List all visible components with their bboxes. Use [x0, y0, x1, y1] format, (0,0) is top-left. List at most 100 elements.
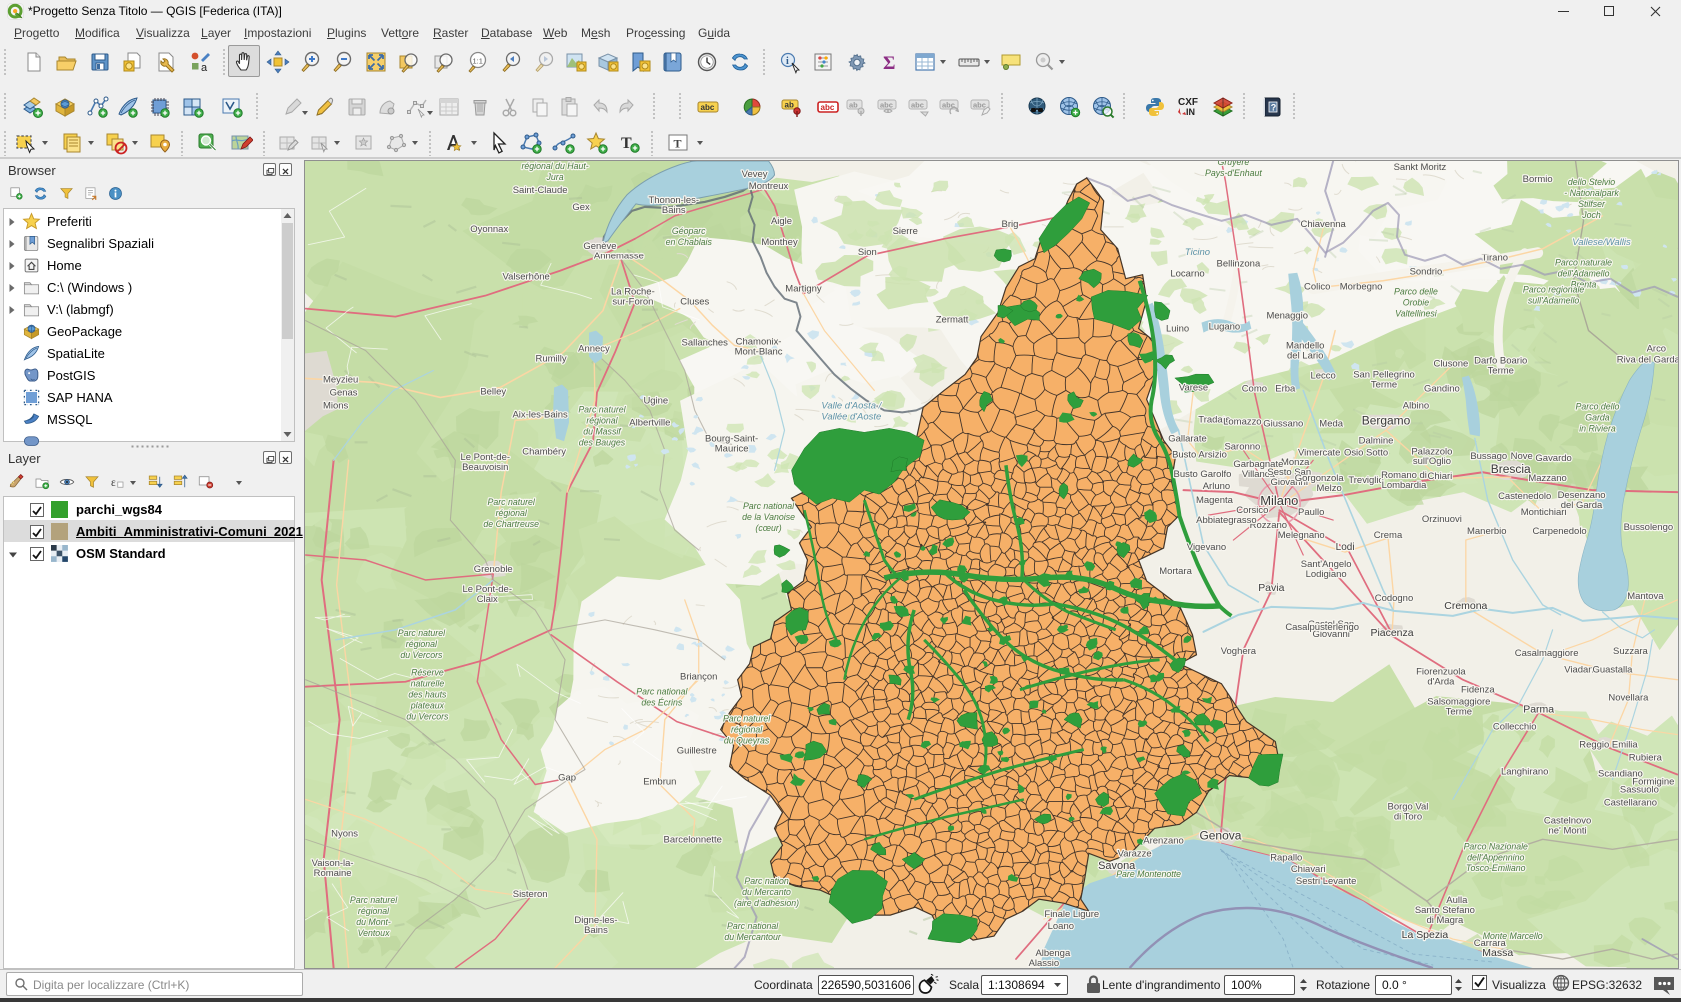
svg-text:Pavia: Pavia	[1258, 583, 1284, 594]
svg-text:ne' Monti: ne' Monti	[1549, 825, 1587, 836]
svg-text:di Magra: di Magra	[1426, 915, 1464, 926]
svg-text:sur-Foron: sur-Foron	[612, 297, 653, 308]
svg-text:Mions: Mions	[323, 400, 349, 411]
svg-text:Lugano: Lugano	[1209, 322, 1241, 333]
svg-text:Erba: Erba	[1275, 383, 1296, 394]
svg-text:Pays-d'Enhaut: Pays-d'Enhaut	[1205, 168, 1262, 178]
svg-text:Bergamo: Bergamo	[1362, 413, 1411, 427]
svg-text:ab: ab	[849, 101, 858, 110]
svg-text:de Chartreuse: de Chartreuse	[483, 519, 539, 529]
svg-text:du Massif: du Massif	[583, 426, 622, 436]
svg-text:Brig: Brig	[1002, 219, 1019, 230]
svg-text:Valtellinesi: Valtellinesi	[1395, 309, 1438, 319]
svg-text:abc: abc	[821, 103, 835, 112]
svg-text:T: T	[621, 135, 632, 152]
svg-text:Vigevano: Vigevano	[1187, 542, 1226, 553]
svg-text:Bussago: Bussago	[1470, 451, 1507, 462]
svg-text:régional: régional	[586, 415, 618, 425]
svg-text:Martigny: Martigny	[785, 284, 822, 295]
svg-text:La Spezia: La Spezia	[1402, 930, 1449, 941]
svg-text:Sierre: Sierre	[893, 226, 918, 237]
svg-text:Loano: Loano	[1048, 921, 1074, 932]
svg-text:Vimercate: Vimercate	[1298, 447, 1340, 458]
svg-text:abc: abc	[973, 101, 986, 110]
svg-text:Sankt Moritz: Sankt Moritz	[1394, 162, 1447, 173]
svg-text:1:1: 1:1	[473, 57, 483, 66]
svg-text:Embrun: Embrun	[643, 776, 676, 787]
svg-text:Cluses: Cluses	[680, 297, 709, 308]
svg-text:Meda: Meda	[1319, 418, 1343, 429]
svg-text:Manerbio: Manerbio	[1467, 526, 1506, 537]
svg-text:Finale Ligure: Finale Ligure	[1044, 909, 1099, 920]
svg-text:Parc naturel: Parc naturel	[578, 404, 626, 414]
svg-text:des hauts: des hauts	[408, 690, 447, 700]
svg-text:Sion: Sion	[858, 247, 877, 258]
svg-text:Beauvoisin: Beauvoisin	[462, 462, 508, 473]
svg-text:Varese: Varese	[1179, 382, 1208, 393]
svg-text:dello Stelvio: dello Stelvio	[1568, 177, 1615, 187]
svg-text:Saint-Claude: Saint-Claude	[513, 185, 568, 196]
svg-text:Aix-les-Bains: Aix-les-Bains	[512, 409, 568, 420]
svg-text:Lodigiano: Lodigiano	[1306, 569, 1347, 580]
svg-text:Casalpusterlengo: Casalpusterlengo	[1285, 622, 1359, 633]
svg-text:Mazzano: Mazzano	[1528, 473, 1566, 484]
svg-text:Voghera: Voghera	[1221, 646, 1257, 657]
svg-text:régional: régional	[406, 639, 438, 649]
svg-text:abc: abc	[701, 103, 715, 112]
svg-text:Mortara: Mortara	[1159, 566, 1192, 577]
svg-text:Rumilly: Rumilly	[536, 354, 567, 365]
svg-text:sull'Adamello: sull'Adamello	[1528, 296, 1579, 306]
svg-text:Joch: Joch	[1581, 210, 1601, 220]
svg-text:Chiari: Chiari	[1428, 471, 1453, 482]
svg-text:Suzzara: Suzzara	[1613, 646, 1648, 657]
svg-text:Cremona: Cremona	[1444, 601, 1487, 612]
svg-text:Collecchio: Collecchio	[1493, 722, 1537, 733]
svg-text:Stilfser: Stilfser	[1578, 199, 1606, 209]
svg-text:dell'Appennino: dell'Appennino	[1467, 852, 1524, 862]
svg-text:Ugine: Ugine	[643, 395, 668, 406]
svg-text:Annecy: Annecy	[578, 344, 610, 355]
svg-text:Monte Marcello: Monte Marcello	[1483, 931, 1543, 941]
svg-text:Melegnano: Melegnano	[1278, 530, 1325, 541]
svg-text:Luino: Luino	[1166, 324, 1189, 335]
svg-text:en Chablais: en Chablais	[666, 237, 713, 247]
svg-text:Arluno: Arluno	[1203, 481, 1230, 492]
svg-text:Chiavenna: Chiavenna	[1301, 219, 1347, 230]
svg-text:Colico: Colico	[1304, 282, 1330, 293]
svg-text:?: ?	[1271, 103, 1277, 113]
svg-text:plateaux: plateaux	[410, 701, 445, 711]
svg-text:Fidenza: Fidenza	[1461, 685, 1495, 696]
svg-text:Novellara: Novellara	[1608, 693, 1649, 704]
svg-text:Abbiategrasso: Abbiategrasso	[1196, 515, 1257, 526]
svg-text:Σ: Σ	[883, 53, 895, 74]
svg-text:Bellinzona: Bellinzona	[1217, 259, 1261, 270]
svg-text:Lodi: Lodi	[1336, 542, 1355, 553]
svg-text:Aulla: Aulla	[1446, 895, 1468, 906]
svg-text:Treviglio: Treviglio	[1348, 475, 1383, 486]
svg-text:Romaine: Romaine	[314, 868, 352, 879]
svg-text:Arco: Arco	[1647, 344, 1666, 355]
svg-text:i: i	[786, 56, 789, 67]
svg-text:abc: abc	[911, 101, 924, 110]
svg-text:Terme: Terme	[1488, 365, 1514, 376]
svg-text:régional: régional	[358, 906, 390, 916]
svg-text:Mantova: Mantova	[1627, 591, 1664, 602]
svg-text:du Queyras: du Queyras	[724, 736, 770, 746]
svg-text:Chiavari: Chiavari	[1291, 864, 1326, 875]
svg-text:Magenta: Magenta	[1196, 495, 1234, 506]
svg-text:Saronno: Saronno	[1224, 441, 1260, 452]
svg-text:Sestri Levante: Sestri Levante	[1296, 876, 1357, 887]
svg-text:Montreux: Montreux	[749, 181, 789, 192]
svg-text:Oyonnax: Oyonnax	[470, 224, 508, 235]
svg-text:Bussolengo: Bussolengo	[1624, 522, 1674, 533]
svg-text:Monthey: Monthey	[761, 237, 798, 248]
svg-text:des Bauges: des Bauges	[579, 437, 626, 447]
svg-text:del Lario: del Lario	[1287, 351, 1323, 362]
svg-text:sull'Oglio: sull'Oglio	[1413, 456, 1451, 467]
svg-text:Briançon: Briançon	[680, 672, 717, 683]
svg-text:Parc nation: Parc nation	[744, 876, 788, 886]
svg-text:Géoparc: Géoparc	[672, 226, 706, 236]
svg-text:d'Arda: d'Arda	[1427, 677, 1455, 688]
svg-text:du Mercantour: du Mercantour	[724, 932, 782, 942]
svg-text:Rapallo: Rapallo	[1270, 852, 1302, 863]
